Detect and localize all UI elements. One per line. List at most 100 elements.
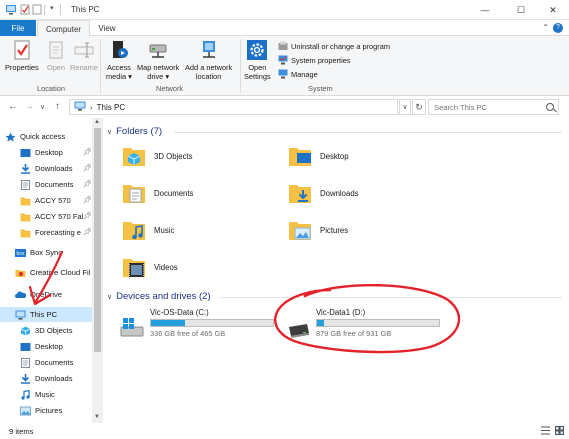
tiles-view-icon[interactable] [555, 426, 564, 435]
creative-cloud-icon [15, 268, 26, 278]
nav-item-label: Desktop [35, 148, 63, 157]
drive-c[interactable]: Vic-OS-Data (C:) 336 GB free of 465 GB [120, 308, 274, 338]
status-bar: 9 items [0, 423, 569, 439]
minimize-button[interactable]: — [468, 0, 502, 20]
cloud-icon [15, 290, 27, 300]
ribbon-group-divider [240, 39, 241, 93]
maximize-button[interactable]: ☐ [504, 0, 538, 20]
folder-desktop[interactable]: Desktop [288, 144, 349, 168]
customize-quick-access-chevron-icon[interactable]: ▾ [50, 4, 60, 15]
nav-item-documents[interactable]: Documents [0, 177, 92, 192]
desktop-folder-icon [288, 144, 312, 168]
folder-downloads[interactable]: Downloads [288, 181, 359, 205]
nav-item-accy-570[interactable]: ACCY 570 [0, 193, 92, 208]
folder-music[interactable]: Music [122, 218, 174, 242]
manage-button[interactable]: Manage [278, 69, 318, 79]
scroll-up-arrow-icon[interactable]: ▲ [94, 119, 100, 125]
desktop-icon [20, 342, 31, 352]
nav-item-desktop-pc[interactable]: Desktop [0, 339, 92, 354]
properties-button[interactable]: Properties [5, 39, 39, 72]
folder-pictures[interactable]: Pictures [288, 218, 348, 242]
address-bar[interactable]: › This PC [69, 99, 398, 115]
open-settings-button[interactable]: Open Settings [244, 39, 271, 81]
system-properties-button[interactable]: System properties [278, 55, 351, 65]
close-button[interactable]: ✕ [536, 0, 569, 20]
folders-section-header[interactable]: ∨ Folders (7) [107, 126, 162, 137]
nav-item-desktop[interactable]: Desktop [0, 145, 92, 160]
folder-3d-objects[interactable]: 3D Objects [122, 144, 193, 168]
nav-item-label: Forecasting e [35, 228, 82, 237]
drive-usage-bar [316, 319, 440, 327]
nav-item-documents-pc[interactable]: Documents [0, 355, 92, 370]
rename-icon [73, 39, 95, 61]
nav-item-creative-cloud[interactable]: Creative Cloud Fil [0, 265, 92, 280]
music-folder-icon [122, 218, 146, 242]
nav-item-label: Documents [35, 358, 74, 367]
folder-label: Downloads [320, 188, 359, 198]
nav-item-onedrive[interactable]: OneDrive [0, 287, 92, 302]
item-count: 9 items [9, 426, 34, 436]
computer-icon [15, 310, 26, 320]
nav-item-downloads[interactable]: Downloads [0, 161, 92, 176]
tab-view[interactable]: View [92, 20, 122, 36]
details-view-icon[interactable] [541, 426, 550, 435]
collapse-chevron-icon: ∨ [107, 293, 113, 301]
documents-icon [20, 357, 31, 368]
back-arrow-icon[interactable]: ← [8, 101, 18, 112]
nav-item-label: ACCY 570 [35, 196, 71, 205]
nav-item-3d-objects[interactable]: 3D Objects [0, 323, 92, 338]
nav-item-label: ACCY 570 Fal [35, 212, 84, 221]
devices-section-header[interactable]: ∨ Devices and drives (2) [107, 291, 211, 302]
nav-item-downloads-pc[interactable]: Downloads [0, 371, 92, 386]
nav-item-forecasting[interactable]: Forecasting e [0, 225, 92, 240]
collapse-ribbon-chevron-icon[interactable]: ⌃ [542, 23, 549, 32]
forward-arrow-icon[interactable]: → [24, 101, 34, 112]
folder-label: Documents [154, 188, 194, 198]
pin-icon: 📌︎ [83, 197, 92, 204]
windows-drive-icon [120, 318, 144, 338]
add-network-location-button[interactable]: Add a network location [185, 39, 232, 81]
uninstall-program-button[interactable]: Uninstall or change a program [278, 41, 390, 51]
help-icon[interactable]: ? [553, 23, 563, 33]
scroll-down-arrow-icon[interactable]: ▼ [94, 414, 100, 420]
nav-item-music[interactable]: Music [0, 387, 92, 402]
nav-item-box-sync[interactable]: box Box Sync [0, 245, 92, 260]
nav-item-accy-570-fal[interactable]: ACCY 570 Fal [0, 209, 92, 224]
open-button[interactable]: Open [45, 39, 67, 72]
search-box[interactable] [428, 99, 559, 115]
nav-item-pictures[interactable]: Pictures [0, 403, 92, 418]
nav-item-label: Box Sync [30, 248, 63, 257]
3d-objects-icon [20, 326, 31, 336]
nav-scrollbar[interactable]: ▲ ▼ [92, 118, 103, 423]
properties-quick-icon[interactable] [20, 4, 30, 15]
ribbon-tabs: File Computer View ⌃ ? [0, 20, 569, 37]
this-pc-app-icon [6, 4, 16, 15]
nav-scrollbar-thumb[interactable] [94, 128, 101, 352]
drive-d[interactable]: Vic-Data1 (D:) 879 GB free of 931 GB [286, 308, 440, 338]
refresh-icon[interactable]: ↻ [412, 99, 426, 115]
tab-file[interactable]: File [0, 20, 36, 36]
rename-button[interactable]: Rename [70, 39, 98, 72]
title-bar: ▾ This PC — ☐ ✕ [0, 0, 569, 20]
up-arrow-icon[interactable]: ↑ [55, 101, 60, 112]
map-network-drive-button[interactable]: Map network drive ▾ [137, 39, 179, 81]
address-history-chevron-icon[interactable]: ∨ [399, 99, 411, 115]
uninstall-icon [278, 41, 288, 51]
folder-videos[interactable]: Videos [122, 255, 178, 279]
nav-item-quick-access[interactable]: Quick access [0, 129, 92, 144]
tab-computer[interactable]: Computer [37, 20, 90, 37]
folder-documents[interactable]: Documents [122, 181, 193, 205]
pictures-icon [20, 406, 31, 416]
new-folder-quick-icon[interactable] [32, 4, 42, 15]
recent-locations-chevron-icon[interactable]: ∨ [40, 103, 45, 111]
nav-item-this-pc[interactable]: This PC [0, 307, 92, 322]
open-settings-label-1: Open [248, 63, 267, 72]
folder-label: Desktop [320, 151, 349, 161]
search-input[interactable] [434, 102, 534, 112]
access-media-label-2: media ▾ [106, 72, 132, 81]
access-media-button[interactable]: Access media ▾ [106, 39, 132, 81]
address-path: This PC [96, 102, 126, 112]
drive-free-space: 879 GB free of 931 GB [316, 329, 392, 338]
folder-label: 3D Objects [154, 151, 193, 161]
breadcrumb-chevron-icon[interactable]: › [90, 103, 93, 112]
